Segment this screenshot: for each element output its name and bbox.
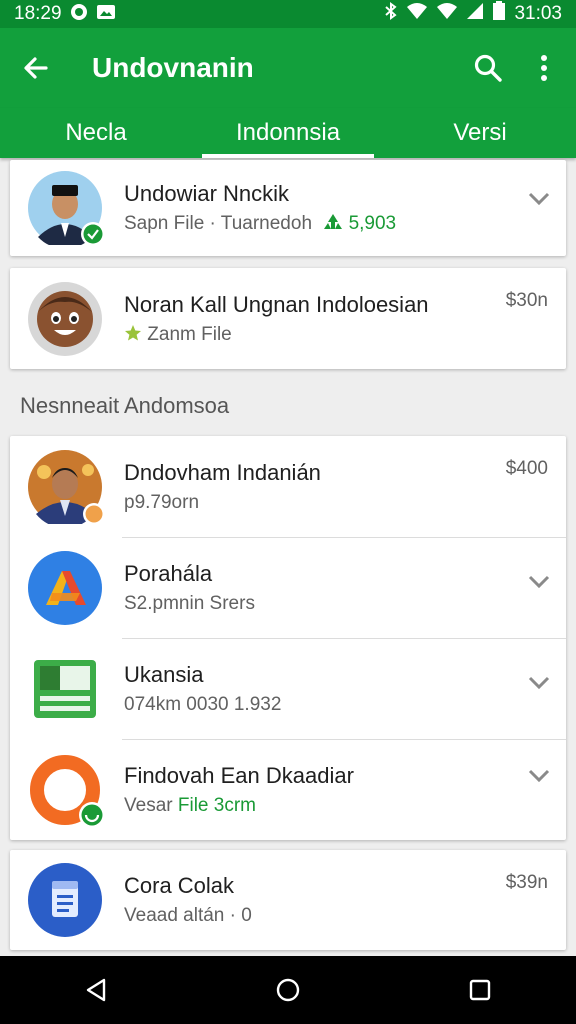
app-icon [28, 863, 102, 937]
item-price: $39n [505, 872, 548, 893]
section-header: Nesnneait Andomsoa [20, 393, 230, 418]
chevron-down-icon[interactable] [528, 676, 550, 690]
item-name: Porahála [124, 560, 213, 586]
search-icon [474, 54, 502, 82]
avatar [28, 281, 102, 356]
section-list-card: Dndovham Indanián p9.79orn $400 Porahála… [10, 436, 566, 840]
wifi-icon [406, 2, 428, 26]
item-name: Findovah Ean Dkaadiar [124, 762, 354, 788]
tab-necla[interactable]: Necla [0, 108, 192, 158]
nav-recents-button[interactable] [450, 960, 510, 1020]
tab-bar: Necla Indonnsia Versi [0, 108, 576, 158]
item-subtitle: S2.pmnin Srers [124, 592, 255, 614]
overflow-menu-button[interactable] [516, 40, 572, 96]
avatar [28, 171, 105, 249]
flag-badge-icon [83, 502, 105, 525]
star-icon [125, 324, 141, 340]
status-time: 18:29 [14, 3, 62, 24]
avatar [28, 449, 105, 528]
square-recents-icon [469, 979, 491, 1001]
item-count: 5,903 [348, 213, 397, 234]
back-button[interactable] [6, 38, 66, 98]
triangle-back-icon [86, 978, 106, 1002]
item-subtitle-highlight: File 3crm [177, 794, 256, 816]
list-item[interactable]: Findovah Ean Dkaadiar Vesar File 3crm [10, 739, 566, 840]
list-item[interactable]: Undowiar Nnckik Sapn File · Tuarnedoh 5,… [10, 160, 566, 256]
tab-indonnsia[interactable]: Indonnsia [192, 108, 384, 158]
system-nav-bar [0, 956, 576, 1024]
item-name: Noran Kall Ungnan Indoloesian [124, 291, 429, 317]
item-subtitle: Veaad altán · 0 [124, 905, 252, 926]
bluetooth-icon [384, 2, 398, 26]
item-name: Ukansia [124, 661, 204, 687]
item-subtitle: Zanm File [147, 323, 232, 345]
item-subtitle: Sapn File · Tuarnedoh [124, 213, 313, 234]
app-icon [28, 652, 102, 726]
more-vert-icon [541, 55, 547, 81]
list-item[interactable]: Porahála S2.pmnin Srers [10, 537, 566, 638]
verified-badge-icon [81, 222, 105, 246]
chevron-down-icon[interactable] [528, 575, 550, 589]
item-name: Cora Colak [124, 873, 235, 898]
app-bar: Undovnanin [0, 28, 576, 108]
chevron-down-icon[interactable] [528, 192, 550, 206]
status-clock-right: 31:03 [514, 3, 562, 24]
recycle-icon [324, 214, 343, 229]
nav-home-button[interactable] [258, 960, 318, 1020]
bottom-card: Cora Colak Veaad altán · 0 $39n [10, 850, 566, 950]
cell-signal-icon [466, 2, 484, 26]
sync-badge-icon [79, 801, 105, 828]
item-subtitle: Vesar [124, 794, 173, 816]
item-price: $30n [505, 290, 548, 311]
status-bar: 18:29 31:03 [0, 0, 576, 28]
circle-home-icon [276, 978, 300, 1002]
list-item[interactable]: Cora Colak Veaad altán · 0 $39n [10, 850, 566, 950]
tab-versi[interactable]: Versi [384, 108, 576, 158]
item-price: $400 [505, 458, 548, 479]
notification-icon [70, 3, 88, 25]
chevron-down-icon[interactable] [528, 769, 550, 783]
item-name: Dndovham Indanián [124, 459, 321, 485]
item-subtitle: 074km 0030 1.932 [124, 693, 282, 715]
nav-back-button[interactable] [66, 960, 126, 1020]
wifi-signal-icon [436, 2, 458, 26]
list-item[interactable]: Ukansia 074km 0030 1.932 [10, 638, 566, 739]
image-notification-icon [96, 3, 116, 25]
arrow-back-icon [24, 57, 48, 79]
top-card-1: Undowiar Nnckik Sapn File · Tuarnedoh 5,… [10, 160, 566, 256]
page-title: Undovnanin [92, 52, 254, 83]
battery-icon [492, 1, 506, 27]
top-card-2: Noran Kall Ungnan Indoloesian Zanm File … [10, 268, 566, 369]
app-icon [28, 550, 102, 625]
search-button[interactable] [460, 40, 516, 96]
list-item[interactable]: Noran Kall Ungnan Indoloesian Zanm File … [10, 268, 566, 369]
item-subtitle: p9.79orn [124, 491, 200, 513]
list-item[interactable]: Dndovham Indanián p9.79orn $400 [10, 436, 566, 537]
app-icon [28, 753, 105, 828]
item-name: Undowiar Nnckik [124, 181, 290, 206]
